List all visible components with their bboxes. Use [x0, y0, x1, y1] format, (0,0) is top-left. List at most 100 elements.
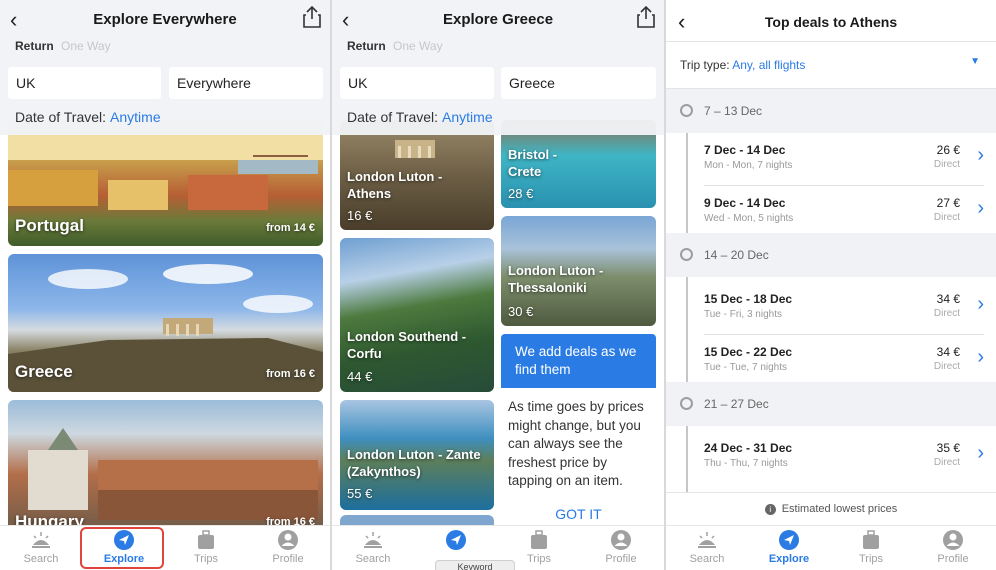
deal-row[interactable]: 24 Dec - 31 Dec Thu - Thu, 7 nights 35 €… [666, 431, 996, 484]
destination-card-greece[interactable]: Greece from 16 € [8, 254, 323, 392]
top-deals-screen: ‹ Top deals to Athens Trip type: Any, al… [666, 0, 996, 570]
info-heading: We add deals as we find them [501, 334, 656, 388]
tab-search[interactable]: Search [338, 529, 408, 565]
trip-toggle[interactable]: Return One Way [347, 39, 443, 53]
date-value[interactable]: Anytime [110, 109, 161, 125]
tab-explore[interactable] [421, 529, 491, 553]
destination-card-hungary[interactable]: Hungary from 16 € [8, 400, 323, 535]
one-way-option[interactable]: One Way [393, 39, 443, 53]
deals-info-card: We add deals as we find them As time goe… [501, 334, 656, 524]
deal-sub: Tue - Tue, 7 nights [704, 362, 788, 373]
tab-profile[interactable]: Profile [586, 529, 656, 565]
destination-card-portugal[interactable]: Portugal from 14 € [8, 120, 323, 246]
card-name: Greece [15, 362, 73, 381]
chevron-right-icon: › [977, 442, 984, 464]
suitcase-icon [531, 530, 547, 549]
timeline-node [680, 104, 693, 117]
divider [666, 492, 996, 493]
deal-dates: 9 Dec - 14 Dec [704, 196, 786, 210]
deal-kind: Direct [933, 159, 960, 170]
tab-profile[interactable]: Profile [918, 529, 988, 565]
explore-tab-highlight [80, 527, 164, 569]
share-icon[interactable] [302, 5, 322, 29]
page-title: Explore Everywhere [93, 11, 237, 28]
date-value[interactable]: Anytime [442, 109, 493, 125]
explore-everywhere-screen: Portugal from 14 € Greece from 16 € Hung… [0, 0, 330, 570]
card-price: from 14 € [266, 222, 315, 234]
page-title: Top deals to Athens [764, 14, 898, 30]
week-header: 21 – 27 Dec [666, 382, 996, 426]
deal-price: 35 € [936, 441, 960, 455]
deal-sub: Wed - Mon, 5 nights [704, 213, 794, 224]
timeline-node [680, 248, 693, 261]
tab-label: Profile [605, 553, 637, 565]
tab-profile[interactable]: Profile [253, 529, 323, 565]
deal-price: 26 € [936, 143, 960, 157]
suitcase-icon [198, 530, 214, 549]
deal-dates: 15 Dec - 22 Dec [704, 345, 793, 359]
suitcase-icon [863, 530, 879, 549]
origin-field[interactable]: UK [8, 67, 161, 99]
origin-field[interactable]: UK [340, 67, 494, 99]
week-label: 7 – 13 Dec [704, 104, 763, 118]
tab-label: Explore [768, 553, 810, 565]
sunrise-icon [364, 532, 382, 548]
chevron-right-icon: › [977, 144, 984, 166]
one-way-option[interactable]: One Way [61, 39, 111, 53]
sunrise-icon [698, 532, 716, 548]
tab-label: Trips [858, 553, 884, 565]
deal-dates: 24 Dec - 31 Dec [704, 441, 793, 455]
destination-field[interactable]: Everywhere [169, 67, 323, 99]
deal-kind: Direct [933, 457, 960, 468]
deal-row[interactable]: 15 Dec - 18 Dec Tue - Fri, 3 nights 34 €… [666, 282, 996, 335]
share-icon[interactable] [636, 5, 656, 29]
tab-explore[interactable]: Explore [754, 529, 824, 565]
route-card-corfu[interactable]: London Southend - Corfu 44 € [340, 238, 494, 392]
tab-bar: Search Explore Trips Profile [666, 525, 996, 570]
deal-row[interactable]: 7 Dec - 14 Dec Mon - Mon, 7 nights 26 € … [666, 133, 996, 186]
tab-search[interactable]: Search [672, 529, 742, 565]
tab-label: Search [355, 553, 391, 565]
tab-trips[interactable]: Trips [836, 529, 906, 565]
tab-label: Profile [937, 553, 969, 565]
deal-sub: Thu - Thu, 7 nights [704, 458, 788, 469]
deal-row[interactable]: 15 Dec - 22 Dec Tue - Tue, 7 nights 34 €… [666, 335, 996, 388]
deals-header: ‹ Top deals to Athens [666, 0, 996, 42]
note-text: Estimated lowest prices [781, 503, 898, 515]
deal-kind: Direct [933, 212, 960, 223]
profile-icon [611, 530, 631, 550]
route-card-thessaloniki[interactable]: London Luton - Thessaloniki 30 € [501, 216, 656, 326]
return-option[interactable]: Return [347, 39, 386, 53]
date-label: Date of Travel: [15, 109, 107, 125]
tab-search[interactable]: Search [6, 529, 76, 565]
tab-trips[interactable]: Trips [171, 529, 241, 565]
chevron-right-icon: › [977, 346, 984, 368]
trip-type-value[interactable]: Any, all flights [732, 58, 805, 72]
deal-dates: 15 Dec - 18 Dec [704, 292, 793, 306]
card-name: Portugal [15, 216, 84, 235]
deal-dates: 7 Dec - 14 Dec [704, 143, 786, 157]
deal-row[interactable]: 9 Dec - 14 Dec Wed - Mon, 5 nights 27 € … [666, 186, 996, 239]
deal-sub: Mon - Mon, 7 nights [704, 160, 793, 171]
trip-toggle[interactable]: Return One Way [15, 39, 111, 53]
date-label: Date of Travel: [347, 109, 439, 125]
date-of-travel[interactable]: Date of Travel: Anytime [347, 109, 493, 125]
tab-bar: Search Explore Trips Profile [0, 525, 330, 570]
week-label: 14 – 20 Dec [704, 248, 769, 262]
route-name: Bristol - Crete [508, 147, 558, 179]
tab-trips[interactable]: Trips [504, 529, 574, 565]
dropdown-caret-icon[interactable]: ▼ [970, 56, 980, 67]
route-card-zante[interactable]: London Luton - Zante (Zakynthos) 55 € [340, 400, 494, 510]
compass-icon [446, 530, 466, 550]
trip-type-selector[interactable]: Trip type: Any, all flights [680, 58, 805, 72]
page-title: Explore Greece [442, 11, 554, 28]
card-price: from 16 € [266, 368, 315, 380]
date-of-travel[interactable]: Date of Travel: Anytime [15, 109, 161, 125]
destination-field[interactable]: Greece [501, 67, 656, 99]
got-it-button[interactable]: GOT IT [508, 505, 649, 524]
chevron-right-icon: › [977, 197, 984, 219]
route-card-athens[interactable]: London Luton - Athens 16 € [340, 120, 494, 230]
route-price: 28 € [508, 186, 534, 201]
return-option[interactable]: Return [15, 39, 54, 53]
keyword-tooltip: Keyword [435, 560, 515, 570]
